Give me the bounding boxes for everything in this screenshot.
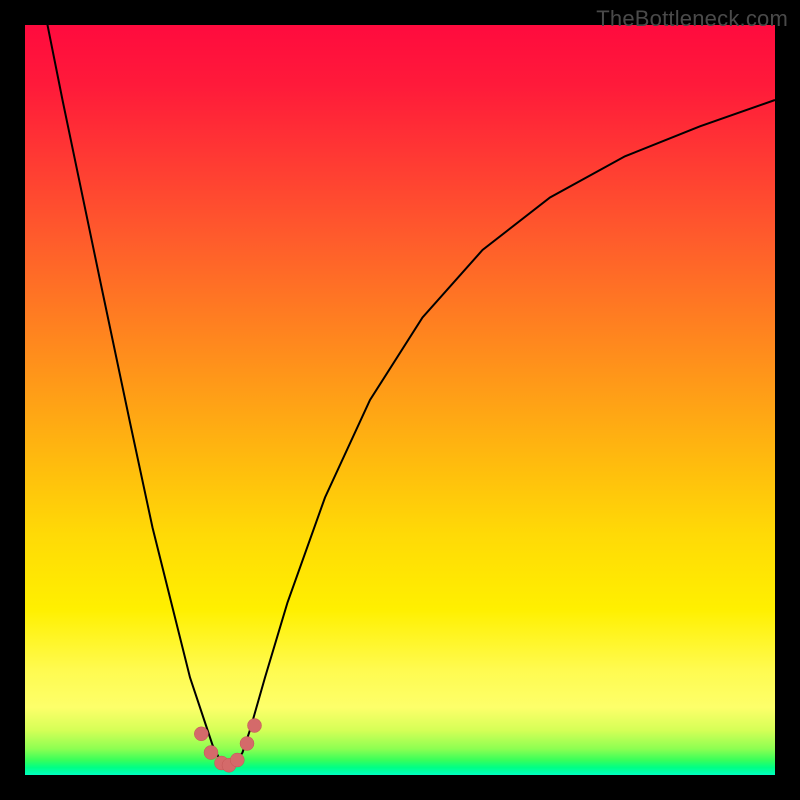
bottleneck-curve	[25, 0, 775, 766]
curve-marker	[204, 746, 218, 760]
curve-marker	[240, 737, 254, 751]
watermark-text: TheBottleneck.com	[596, 6, 788, 32]
curve-marker	[248, 719, 262, 733]
curve-marker	[230, 753, 244, 767]
chart-frame: TheBottleneck.com	[0, 0, 800, 800]
curve-layer	[25, 25, 775, 775]
curve-marker	[194, 727, 208, 741]
marker-group	[194, 719, 261, 773]
plot-area	[25, 25, 775, 775]
